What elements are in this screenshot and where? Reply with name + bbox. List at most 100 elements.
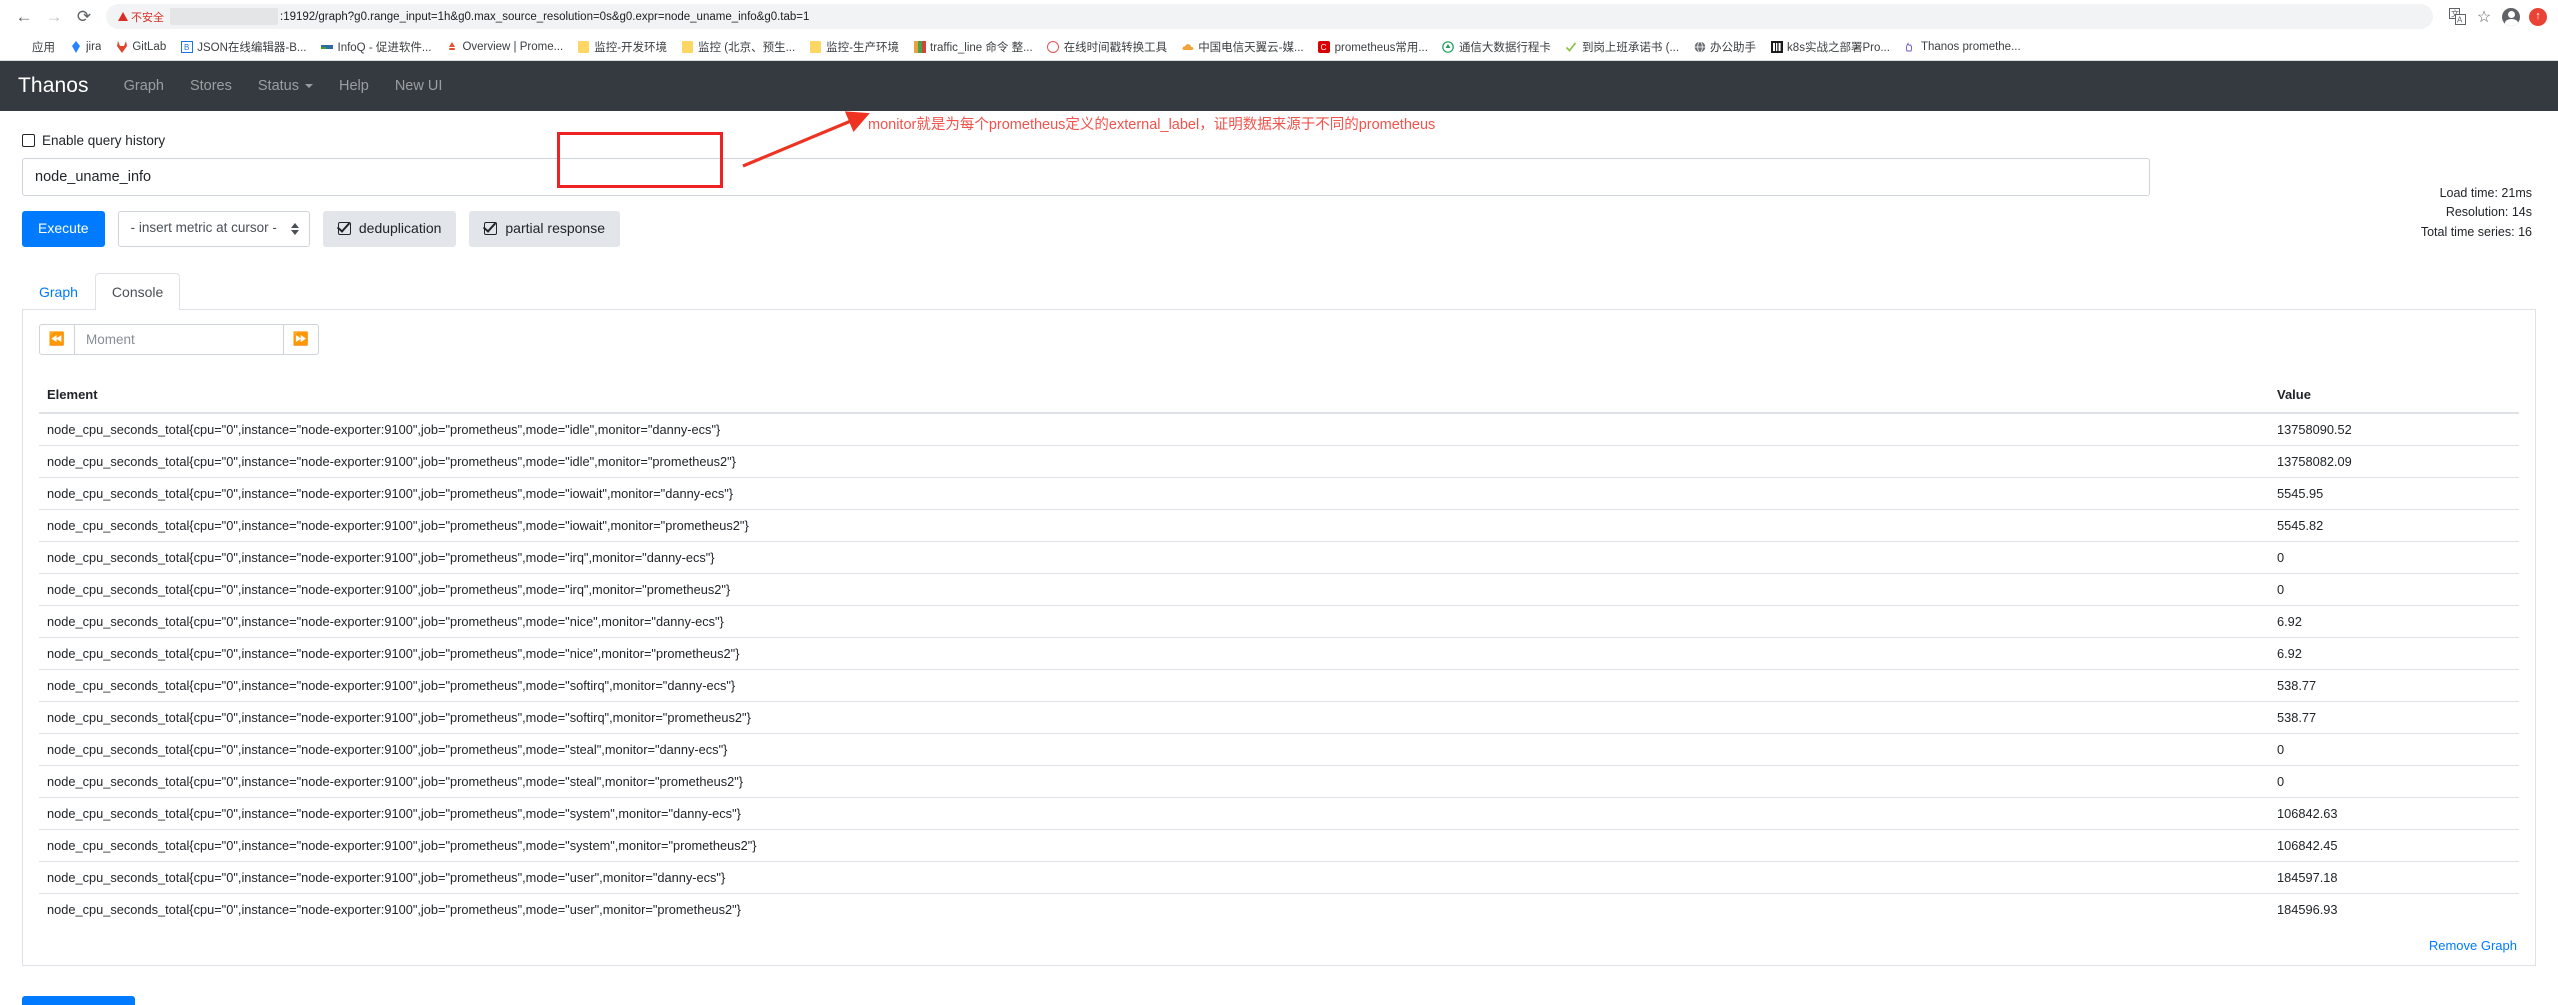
enable-query-history-label: Enable query history <box>42 133 166 148</box>
column-header-value: Value <box>2269 380 2519 414</box>
bookmark-item[interactable]: 应用 <box>8 36 62 58</box>
bookmark-item[interactable]: 办公助手 <box>1686 36 1763 58</box>
nav-label: New UI <box>394 78 443 94</box>
reload-icon[interactable]: ⟳ <box>70 3 98 31</box>
bookmark-item[interactable]: 监控-生产环境 <box>802 36 906 58</box>
translate-icon[interactable]: 文A <box>2447 7 2467 27</box>
not-secure-badge[interactable]: 不安全 <box>118 9 164 25</box>
bookmark-item[interactable]: B JSON在线编辑器-B... <box>173 36 313 58</box>
cell-element: node_cpu_seconds_total{cpu="0",instance=… <box>39 444 2269 478</box>
thanos-navbar: Thanos Graph Stores Status Help New UI <box>0 61 2558 111</box>
bookmark-item[interactable]: jira <box>62 37 108 56</box>
bookmark-label: 应用 <box>32 41 55 54</box>
cell-value: 538.77 <box>2269 668 2519 702</box>
cell-value: 0 <box>2269 572 2519 606</box>
enable-query-history-checkbox[interactable] <box>22 134 35 147</box>
bookmark-label: Thanos promethe... <box>1920 40 2021 53</box>
url-redaction-block <box>170 8 278 25</box>
nav-link-graph[interactable]: Graph <box>111 70 177 102</box>
bookmark-item[interactable]: 通信大数据行程卡 <box>1435 36 1558 58</box>
nav-link-stores[interactable]: Stores <box>177 70 245 102</box>
query-stats: Load time: 21ms Resolution: 14s Total ti… <box>2152 158 2536 242</box>
table-row: node_cpu_seconds_total{cpu="0",instance=… <box>39 764 2519 798</box>
bookmark-item[interactable]: 监控-开发环境 <box>570 36 674 58</box>
bookmark-star-icon[interactable]: ☆ <box>2474 7 2494 27</box>
cell-value: 5545.95 <box>2269 476 2519 510</box>
svg-text:B: B <box>184 43 189 52</box>
deduplication-toggle[interactable]: deduplication <box>322 211 457 247</box>
checked-box-icon <box>484 222 498 236</box>
execute-button[interactable]: Execute <box>22 211 105 247</box>
table-row: node_cpu_seconds_total{cpu="0",instance=… <box>39 700 2519 734</box>
update-button-icon[interactable]: ↑ <box>2528 7 2548 27</box>
bookmark-label: 办公助手 <box>1710 41 1757 54</box>
address-bar[interactable]: 不安全 :19192/graph?g0.range_input=1h&g0.ma… <box>106 4 2433 29</box>
back-icon[interactable]: ← <box>10 3 38 31</box>
table-row: node_cpu_seconds_total{cpu="0",instance=… <box>39 828 2519 862</box>
tab-graph[interactable]: Graph <box>22 273 95 310</box>
jira-icon <box>69 40 82 53</box>
partial-response-toggle[interactable]: partial response <box>469 211 621 247</box>
svg-text:C: C <box>1321 42 1327 52</box>
cell-value: 5545.82 <box>2269 508 2519 542</box>
folder-icon <box>809 40 822 53</box>
brand-logo[interactable]: Thanos <box>18 74 89 98</box>
check-icon <box>1565 40 1578 53</box>
step-forward-icon[interactable]: ⏩ <box>283 323 319 355</box>
nav-link-status[interactable]: Status <box>245 70 326 102</box>
table-row: node_cpu_seconds_total{cpu="0",instance=… <box>39 636 2519 670</box>
tab-console[interactable]: Console <box>94 272 181 310</box>
bookmark-item[interactable]: 到岗上班承诺书 (... <box>1558 36 1686 58</box>
cell-element: node_cpu_seconds_total{cpu="0",instance=… <box>39 828 2269 862</box>
cell-value: 13758090.52 <box>2269 412 2519 446</box>
total-time-series: Total time series: 16 <box>2420 224 2532 239</box>
cell-element: node_cpu_seconds_total{cpu="0",instance=… <box>39 700 2269 734</box>
not-secure-label: 不安全 <box>131 11 164 24</box>
profile-avatar[interactable] <box>2501 7 2521 27</box>
column-header-element: Element <box>39 380 2269 414</box>
step-backward-icon[interactable]: ⏪ <box>39 323 75 355</box>
enable-query-history-row[interactable]: Enable query history <box>22 111 2536 158</box>
table-row: node_cpu_seconds_total{cpu="0",instance=… <box>39 732 2519 766</box>
forward-icon[interactable]: → <box>40 3 68 31</box>
bookmark-item[interactable]: traffic_line 命令 整... <box>906 36 1040 58</box>
table-row: node_cpu_seconds_total{cpu="0",instance=… <box>39 476 2519 510</box>
cell-value: 106842.63 <box>2269 796 2519 830</box>
nav-label: Graph <box>123 78 164 94</box>
bookmark-item[interactable]: 监控 (北京、预生... <box>674 36 802 58</box>
moment-input[interactable] <box>75 323 283 355</box>
cell-element: node_cpu_seconds_total{cpu="0",instance=… <box>39 604 2269 638</box>
bookmark-item[interactable]: Overview | Prome... <box>438 37 570 56</box>
partial-response-label: partial response <box>505 220 606 236</box>
nav-link-new-ui[interactable]: New UI <box>382 70 456 102</box>
remove-graph-link[interactable]: Remove Graph <box>2429 938 2517 953</box>
bookmark-label: prometheus常用... <box>1334 41 1428 54</box>
prometheus-icon <box>445 40 458 53</box>
bookmark-item[interactable]: InfoQ - 促进软件... <box>314 36 439 58</box>
results-table-head: Element Value <box>39 380 2519 414</box>
browser-chrome: ← → ⟳ 不安全 :19192/graph?g0.range_input=1h… <box>0 0 2558 61</box>
add-graph-button[interactable]: Add Graph <box>22 995 135 1005</box>
bookmark-label: Overview | Prome... <box>462 40 564 53</box>
expression-input[interactable] <box>22 158 2150 196</box>
bookmark-item[interactable]: GitLab <box>108 37 173 56</box>
bookmark-item[interactable]: 在线时间戳转换工具 <box>1040 36 1175 58</box>
bookmark-item[interactable]: C prometheus常用... <box>1311 36 1435 58</box>
globe-icon <box>1693 40 1706 53</box>
table-row: node_cpu_seconds_total{cpu="0",instance=… <box>39 796 2519 830</box>
bookmark-item[interactable]: Thanos promethe... <box>1897 37 2028 56</box>
cell-value: 13758082.09 <box>2269 444 2519 478</box>
insert-metric-select[interactable]: - insert metric at cursor - <box>117 211 310 247</box>
bookmark-item[interactable]: 中国电信天翼云-媒... <box>1174 36 1310 58</box>
table-row: node_cpu_seconds_total{cpu="0",instance=… <box>39 508 2519 542</box>
cell-element: node_cpu_seconds_total{cpu="0",instance=… <box>39 572 2269 606</box>
cell-value: 184597.18 <box>2269 860 2519 894</box>
bookmarks-bar: 应用 jira GitLab B JSON在线编辑器-B... InfoQ - … <box>0 33 2558 60</box>
nav-link-help[interactable]: Help <box>326 70 382 102</box>
bookmark-label: k8s实战之部署Pro... <box>1787 41 1890 54</box>
svg-text:A: A <box>2457 16 2463 25</box>
apps-grid-icon <box>15 40 28 53</box>
bookmark-item[interactable]: k8s实战之部署Pro... <box>1763 36 1897 58</box>
json-editor-icon: B <box>180 40 193 53</box>
cloud-icon <box>1181 40 1194 53</box>
